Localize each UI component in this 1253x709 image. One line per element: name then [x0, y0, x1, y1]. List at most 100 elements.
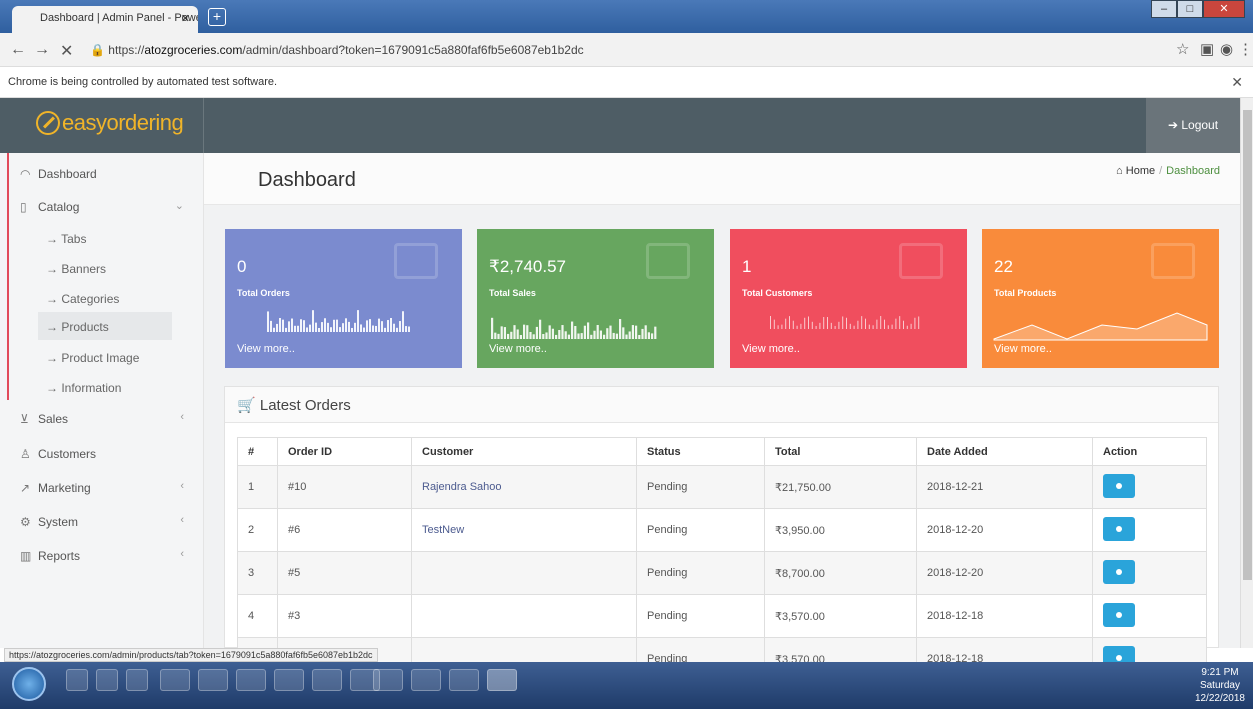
sidebar-subitem-banners[interactable]: → Banners	[38, 254, 172, 282]
sidebar-subitem-product-image[interactable]: → Product Image	[38, 343, 172, 371]
gear-icon: ⚙	[20, 515, 31, 529]
view-more-link[interactable]: View more..	[994, 343, 1052, 355]
sparkline-bar	[408, 326, 410, 332]
system-tray: 9:21 PM Saturday 12/22/2018	[1063, 662, 1253, 709]
logo-mark-icon	[36, 111, 60, 135]
explorer-icon[interactable]	[96, 669, 118, 691]
table-cell	[1092, 465, 1207, 509]
sparkline-bar	[644, 325, 647, 339]
star-icon[interactable]: ☆	[1176, 40, 1189, 58]
sidebar-subitem-information[interactable]: → Information	[38, 373, 172, 401]
sparkline-bar	[641, 328, 644, 339]
sparkline-bar	[276, 323, 278, 332]
sidebar-item-label: System	[38, 515, 79, 529]
sparkline-bar	[865, 318, 866, 329]
table-cell[interactable]: Rajendra Sahoo	[411, 465, 637, 509]
sparkline-bar	[609, 325, 612, 339]
minimize-button[interactable]: –	[1151, 0, 1177, 18]
sparkline-bar	[781, 324, 783, 329]
scrollbar-thumb[interactable]	[1243, 110, 1252, 580]
sidebar-item-label: Reports	[38, 549, 81, 563]
stop-icon[interactable]: ✕	[60, 41, 73, 61]
show-desktop-icon[interactable]	[66, 669, 88, 691]
sparkline-bar	[526, 325, 529, 339]
extension-icon[interactable]: ▣	[1200, 40, 1214, 58]
word-icon[interactable]	[373, 669, 403, 691]
chevron-down-icon: ⌄	[174, 200, 184, 212]
app-window-icon[interactable]	[449, 669, 479, 691]
sidebar-subitem-products[interactable]: → Products	[38, 312, 172, 340]
view-order-button[interactable]	[1103, 473, 1135, 498]
chrome-window-icon[interactable]	[411, 669, 441, 691]
sidebar-subitem-tabs[interactable]: → Tabs	[38, 224, 172, 252]
app-window-icon[interactable]	[198, 669, 228, 691]
close-infobar-icon[interactable]: ✕	[1231, 74, 1243, 91]
page-scrollbar[interactable]	[1240, 98, 1253, 648]
sparkline-bar	[532, 334, 535, 339]
view-order-button[interactable]	[1103, 559, 1135, 584]
column-header: Order ID	[277, 437, 412, 466]
sparkline-bar	[324, 318, 326, 332]
sidebar-subitem-categories[interactable]: → Categories	[38, 284, 172, 312]
sparkline-bar	[849, 323, 851, 329]
table-cell[interactable]: TestNew	[411, 508, 637, 552]
new-tab-button[interactable]: +	[208, 8, 226, 26]
close-window-button[interactable]: ✕	[1203, 0, 1245, 18]
sparkline-bar	[387, 320, 389, 332]
table-cell: #10	[277, 465, 412, 509]
back-icon[interactable]: ←	[10, 41, 26, 59]
firefox-window-icon[interactable]	[160, 669, 190, 691]
chrome-window-icon[interactable]	[236, 669, 266, 691]
view-more-link[interactable]: View more..	[742, 343, 800, 355]
menu-icon[interactable]: ⋮	[1238, 40, 1253, 58]
breadcrumb-current[interactable]: Dashboard	[1166, 165, 1220, 177]
logout-button[interactable]: ➔ Logout	[1146, 98, 1240, 153]
chrome-active-window-icon[interactable]	[487, 669, 517, 691]
table-cell[interactable]	[411, 594, 637, 638]
table-cell: 2018-12-20	[916, 508, 1093, 552]
url-field[interactable]: 🔒 https://atozgroceries.com/admin/dashbo…	[90, 43, 584, 57]
view-order-button[interactable]	[1103, 602, 1135, 627]
url-prefix: https://	[108, 43, 145, 57]
sparkline-bar	[593, 330, 596, 339]
table-cell: Pending	[636, 508, 765, 552]
clock-day: Saturday	[1199, 680, 1240, 691]
sparkline-bar	[372, 325, 374, 332]
table-cell[interactable]	[411, 551, 637, 595]
sparkline-bar	[567, 334, 570, 339]
network-app-icon[interactable]	[274, 669, 304, 691]
card-value: 1	[742, 257, 752, 276]
sidebar-item-sales[interactable]: ⊻ Sales ‹	[0, 403, 204, 433]
sparkline-bar	[327, 322, 329, 332]
app-window-icon[interactable]	[312, 669, 342, 691]
sparkline-bar	[895, 318, 897, 329]
profile-icon[interactable]: ◉	[1220, 40, 1233, 58]
home-icon: ⌂	[1116, 165, 1123, 177]
page-title: Dashboard	[258, 169, 356, 191]
view-more-link[interactable]: View more..	[237, 343, 295, 355]
sidebar-item-dashboard[interactable]: ◠ Dashboard	[0, 158, 204, 188]
card-label: Total Sales	[489, 288, 536, 298]
maximize-button[interactable]: □	[1177, 0, 1203, 18]
logo[interactable]: easyordering	[0, 98, 204, 153]
sidebar-item-system[interactable]: ⚙ System ‹	[0, 506, 204, 536]
sparkline-bar	[603, 334, 606, 339]
firefox-icon[interactable]	[126, 669, 148, 691]
sidebar-item-customers[interactable]: ♙ Customers	[0, 438, 204, 468]
latest-orders-panel: 🛒 Latest Orders # Order ID Customer Stat…	[224, 386, 1219, 681]
close-tab-icon[interactable]: ✕	[181, 12, 190, 25]
view-more-link[interactable]: View more..	[489, 343, 547, 355]
table-row: 2 #6 TestNew Pending ₹3,950.00 2018-12-20	[237, 508, 1207, 552]
table-row: 3 #5 Pending ₹8,700.00 2018-12-20	[237, 551, 1207, 595]
view-order-button[interactable]	[1103, 516, 1135, 541]
sparkline-bar	[333, 319, 335, 332]
breadcrumb-home[interactable]: Home	[1126, 165, 1155, 177]
clock[interactable]: 9:21 PM Saturday 12/22/2018	[1195, 666, 1245, 705]
sparkline-bar	[792, 320, 794, 329]
sidebar-item-catalog[interactable]: ▯ Catalog ⌄	[0, 191, 204, 221]
start-button[interactable]	[12, 667, 46, 701]
browser-tab[interactable]: Dashboard | Admin Panel - Powe ✕	[12, 6, 198, 33]
forward-icon[interactable]: →	[34, 41, 50, 59]
sidebar-item-marketing[interactable]: ↗ Marketing ‹	[0, 472, 204, 502]
sidebar-item-reports[interactable]: ▥ Reports ‹	[0, 540, 204, 570]
